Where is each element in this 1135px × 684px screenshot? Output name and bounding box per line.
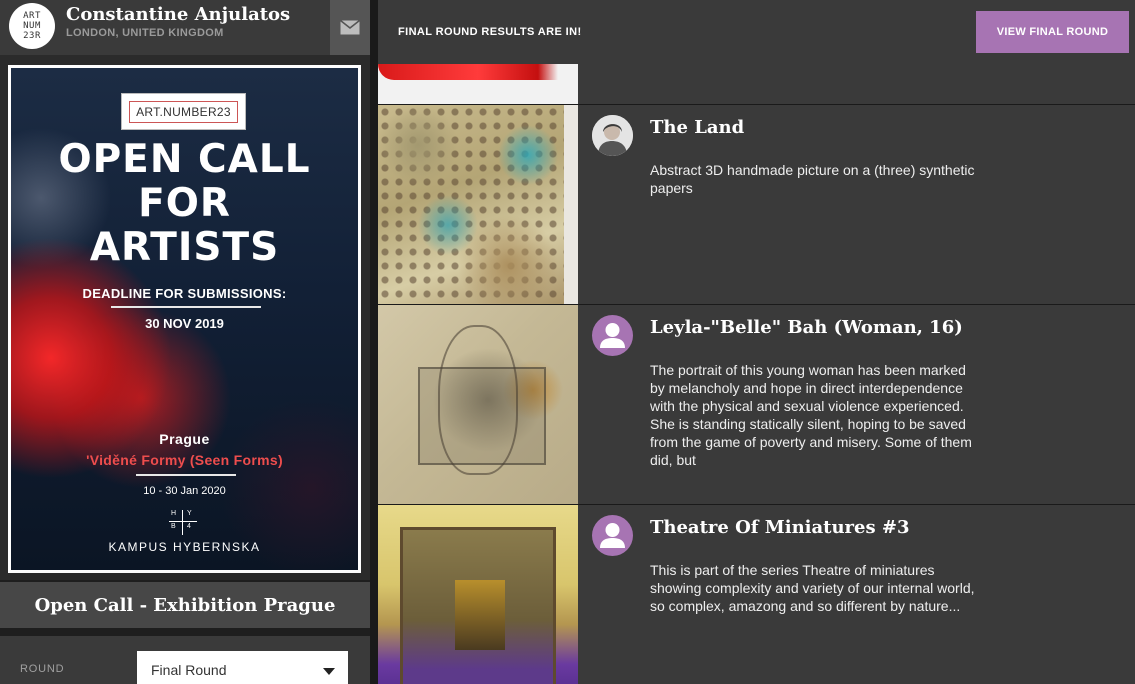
- round-label: ROUND: [20, 663, 65, 675]
- profile-header: ART NUM 23R Constantine Anjulatos LONDON…: [0, 0, 330, 55]
- open-call-poster[interactable]: ART.NUMBER23 OPEN CALL FOR ARTISTS DEADL…: [0, 55, 370, 580]
- entry-card[interactable]: Theatre Of Miniatures #3 This is part of…: [378, 505, 1135, 684]
- entry-description: This is part of the series Theatre of mi…: [650, 562, 975, 614]
- round-filter: ROUND Final Round: [0, 636, 370, 684]
- artnumber23-logo[interactable]: ART NUM 23R: [9, 3, 55, 49]
- user-icon: [600, 523, 625, 548]
- entry-card[interactable]: [378, 64, 1135, 104]
- poster-city: Prague: [159, 431, 210, 447]
- poster-title-line: FOR: [138, 181, 231, 226]
- artist-avatar[interactable]: [592, 115, 633, 156]
- round-select-value: Final Round: [151, 662, 227, 678]
- profile-name[interactable]: Constantine Anjulatos: [66, 4, 290, 25]
- left-panel: ART NUM 23R Constantine Anjulatos LONDON…: [0, 0, 370, 684]
- profile-location: LONDON, UNITED KINGDOM: [66, 27, 224, 39]
- round-select[interactable]: Final Round: [137, 651, 348, 684]
- artist-avatar[interactable]: [592, 315, 633, 356]
- entry-thumbnail[interactable]: [378, 64, 578, 104]
- banner-text: FINAL ROUND RESULTS ARE IN!: [398, 26, 582, 38]
- poster-divider: [111, 306, 261, 308]
- poster-venue: KAMPUS HYBERNSKA: [108, 540, 261, 554]
- poster-image: ART.NUMBER23 OPEN CALL FOR ARTISTS DEADL…: [8, 65, 361, 573]
- venue-logo: H Y B 4: [169, 510, 199, 544]
- entry-description: Abstract 3D handmade picture on a (three…: [650, 162, 975, 196]
- poster-title-line: ARTISTS: [89, 225, 280, 270]
- poster-divider: [136, 474, 236, 476]
- user-icon: [600, 323, 625, 348]
- entry-description: The portrait of this young woman has bee…: [650, 362, 972, 468]
- entry-thumbnail[interactable]: [378, 305, 578, 504]
- poster-badge: ART.NUMBER23: [121, 93, 246, 130]
- entry-title[interactable]: Leyla-"Belle" Bah (Woman, 16): [650, 317, 963, 338]
- entries-list: The Land Abstract 3D handmade picture on…: [378, 64, 1135, 684]
- poster-deadline-label: DEADLINE FOR SUBMISSIONS:: [82, 286, 287, 301]
- entry-thumbnail[interactable]: [378, 505, 578, 684]
- artist-photo-icon: [592, 115, 633, 156]
- caret-down-icon: [323, 668, 335, 675]
- results-banner: FINAL ROUND RESULTS ARE IN! VIEW FINAL R…: [378, 0, 1135, 64]
- entry-card[interactable]: The Land Abstract 3D handmade picture on…: [378, 105, 1135, 304]
- envelope-icon: [340, 20, 360, 35]
- mail-button[interactable]: [330, 0, 370, 55]
- artist-avatar[interactable]: [592, 515, 633, 556]
- poster-deadline-date: 30 NOV 2019: [145, 316, 224, 331]
- entry-card[interactable]: Leyla-"Belle" Bah (Woman, 16) The portra…: [378, 305, 1135, 504]
- poster-show-title: 'Viděné Formy (Seen Forms): [86, 452, 283, 468]
- poster-dates: 10 - 30 Jan 2020: [143, 485, 226, 497]
- entry-thumbnail[interactable]: [378, 105, 578, 304]
- view-final-round-button[interactable]: VIEW FINAL ROUND: [976, 11, 1129, 53]
- entry-title[interactable]: The Land: [650, 117, 744, 138]
- poster-title-line: OPEN CALL: [58, 137, 311, 182]
- exhibition-title: Open Call - Exhibition Prague: [34, 594, 336, 616]
- exhibition-title-bar[interactable]: Open Call - Exhibition Prague: [0, 582, 370, 628]
- entry-title[interactable]: Theatre Of Miniatures #3: [650, 517, 910, 538]
